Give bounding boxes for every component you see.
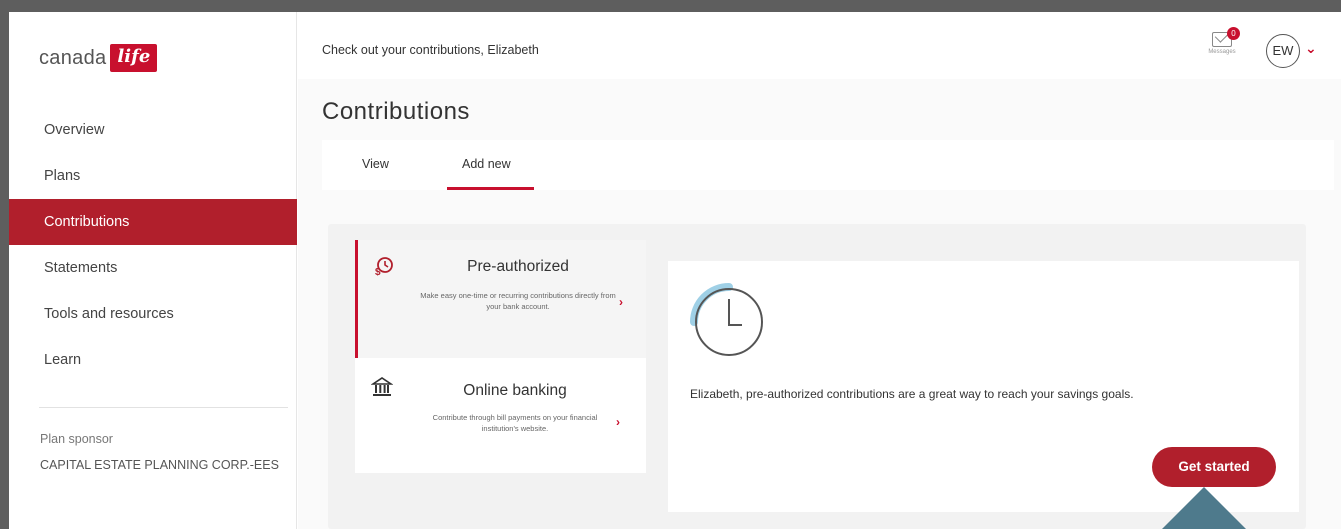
- app-window: canada life Overview Plans Contributions…: [9, 12, 1341, 529]
- messages-button[interactable]: 0 Messages: [1197, 27, 1247, 55]
- chevron-down-icon[interactable]: ⌄: [1305, 40, 1317, 57]
- page-title: Contributions: [322, 98, 470, 125]
- svg-text:$: $: [375, 267, 381, 276]
- option-title: Online banking: [463, 382, 567, 399]
- detail-card: Elizabeth, pre-authorized contributions …: [668, 261, 1299, 512]
- chevron-right-icon: ›: [616, 415, 620, 429]
- sidebar-divider: [39, 407, 288, 408]
- plan-sponsor-label: Plan sponsor: [40, 432, 113, 446]
- sidebar-item-overview[interactable]: Overview: [9, 107, 297, 153]
- option-description: Make easy one-time or recurring contribu…: [420, 291, 616, 311]
- sidebar-item-tools[interactable]: Tools and resources: [9, 291, 297, 337]
- clock-dollar-icon: $: [374, 256, 394, 281]
- option-pre-authorized[interactable]: $ Pre-authorized Make easy one-time or r…: [355, 240, 646, 358]
- active-tab-indicator: [447, 187, 534, 190]
- plan-sponsor-value: CAPITAL ESTATE PLANNING CORP.-EES: [40, 458, 279, 472]
- tab-view[interactable]: View: [362, 157, 389, 171]
- tab-add-new[interactable]: Add new: [462, 157, 511, 171]
- option-title: Pre-authorized: [467, 258, 569, 275]
- contribution-panel: $ Pre-authorized Make easy one-time or r…: [328, 224, 1306, 529]
- sidebar-item-statements[interactable]: Statements: [9, 245, 297, 291]
- sidebar: canada life Overview Plans Contributions…: [9, 12, 297, 529]
- clock-icon: [690, 283, 768, 361]
- main-content: Check out your contributions, Elizabeth …: [298, 12, 1341, 529]
- sidebar-item-contributions[interactable]: Contributions: [9, 199, 297, 245]
- avatar[interactable]: EW: [1266, 34, 1300, 68]
- tabs-bar: View Add new: [322, 140, 1334, 190]
- pointer-arrow-marker: [1158, 487, 1250, 529]
- top-bar: Check out your contributions, Elizabeth …: [298, 12, 1341, 79]
- logo-mark: life: [110, 44, 158, 72]
- option-description: Contribute through bill payments on your…: [432, 413, 598, 433]
- messages-badge: 0: [1227, 27, 1240, 40]
- chevron-right-icon: ›: [619, 295, 623, 309]
- sidebar-item-plans[interactable]: Plans: [9, 153, 297, 199]
- messages-label: Messages: [1208, 49, 1236, 55]
- sidebar-item-learn[interactable]: Learn: [9, 337, 297, 383]
- detail-message: Elizabeth, pre-authorized contributions …: [690, 387, 1134, 401]
- logo[interactable]: canada life: [39, 44, 158, 72]
- get-started-button[interactable]: Get started: [1152, 447, 1276, 487]
- option-online-banking[interactable]: Online banking Contribute through bill p…: [355, 358, 646, 473]
- bank-icon: [370, 376, 394, 404]
- sidebar-nav: Overview Plans Contributions Statements …: [9, 107, 297, 383]
- logo-text: canada: [39, 46, 107, 69]
- greeting: Check out your contributions, Elizabeth: [322, 43, 539, 57]
